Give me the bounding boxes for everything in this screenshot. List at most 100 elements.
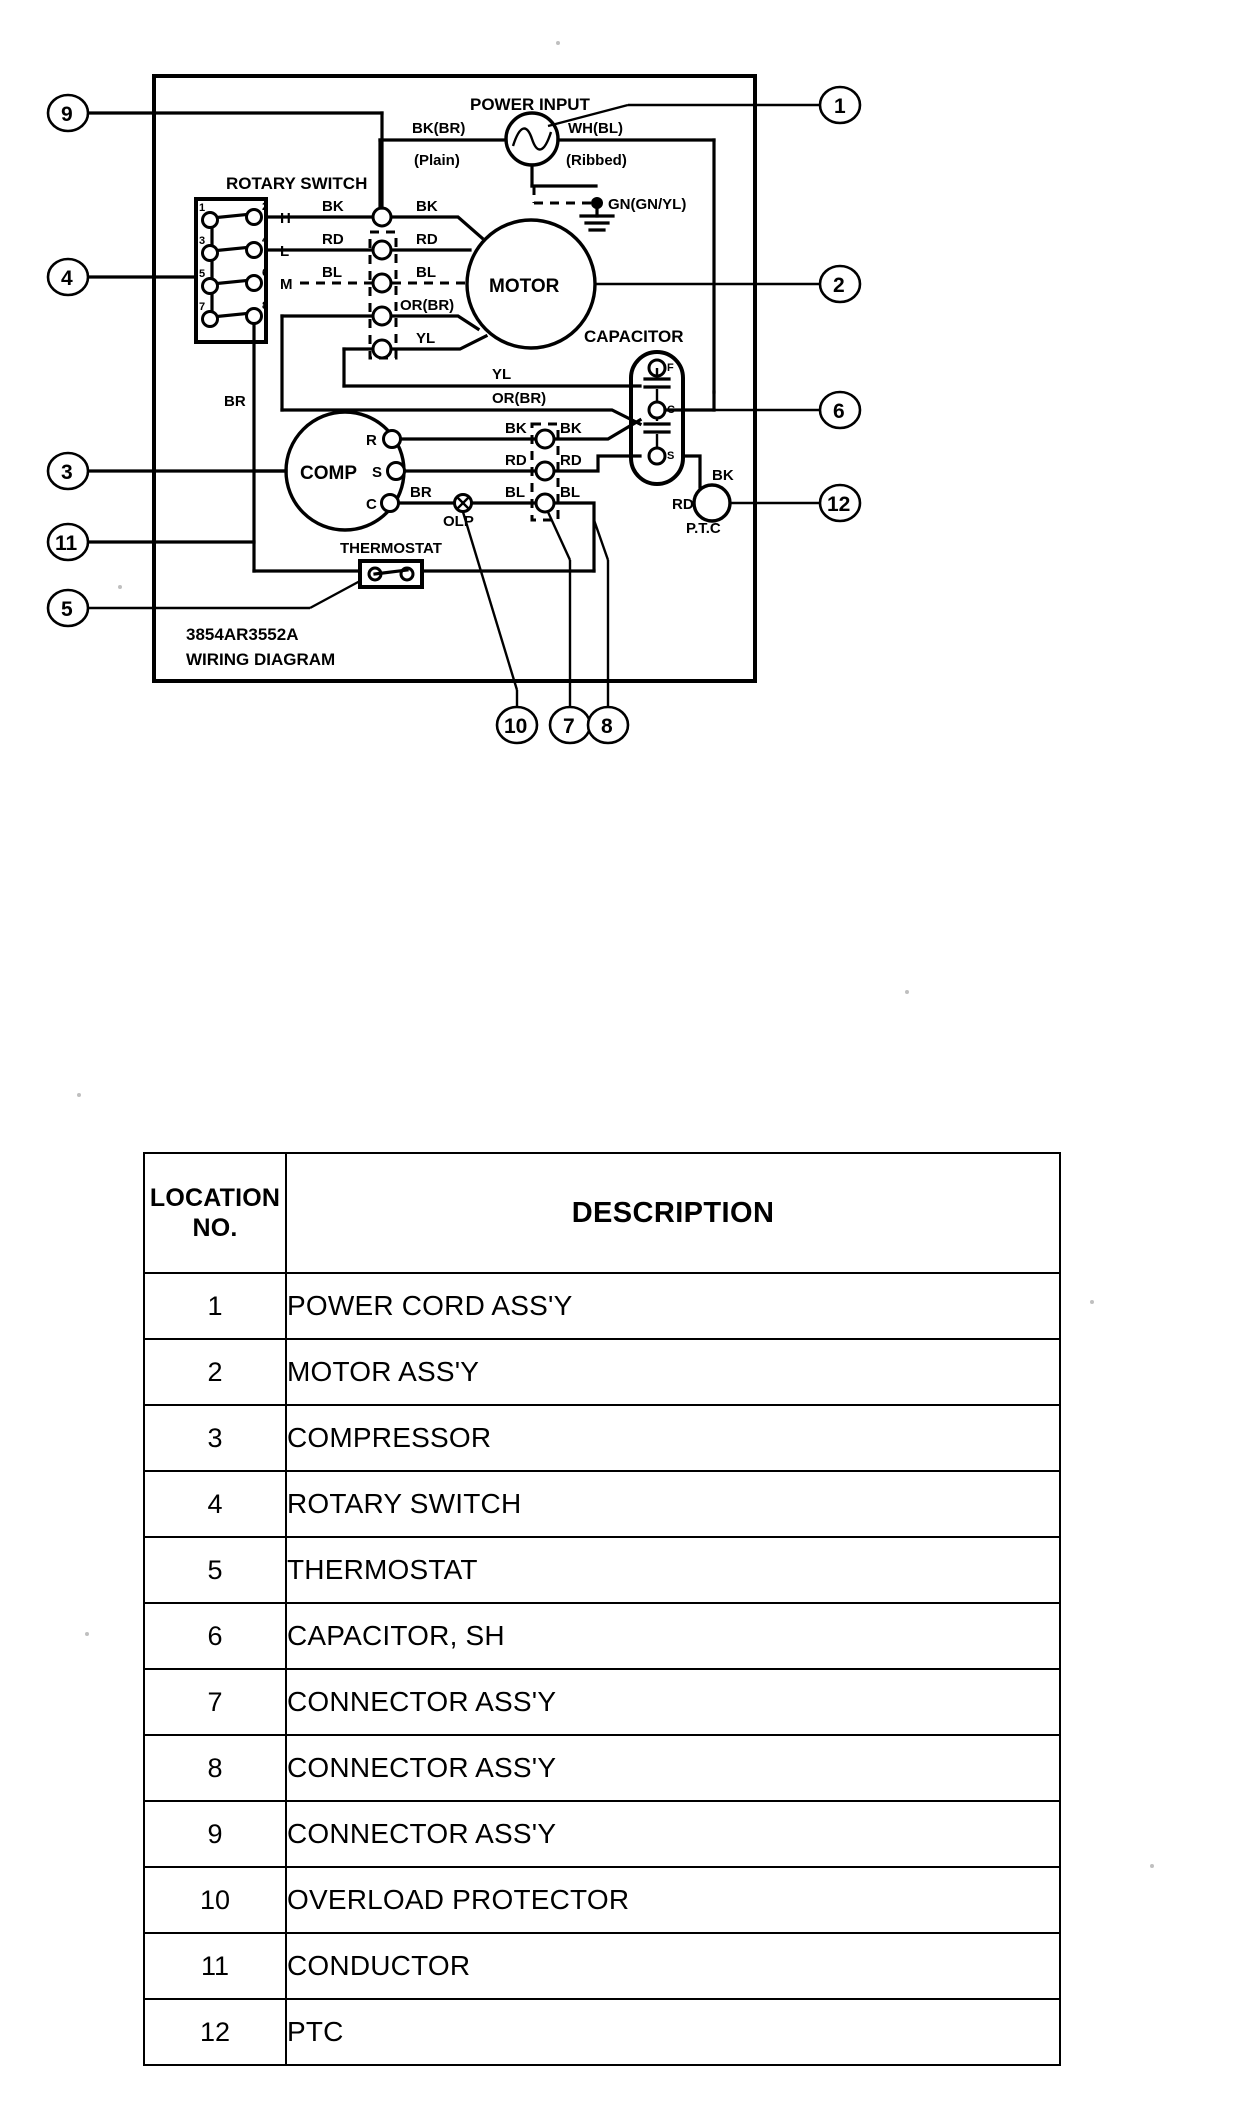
- legend-row-no: 7: [143, 1668, 287, 1736]
- rotary-pin-1: [201, 211, 219, 229]
- capacitor-terminal-f-label: F: [667, 362, 674, 374]
- neutral-color-label: WH(BL): [568, 120, 623, 137]
- legend-header-location-line2: NO.: [192, 1214, 238, 1242]
- legend-row-description: COMPRESSOR: [285, 1404, 1061, 1472]
- neutral-note-label: (Ribbed): [566, 152, 627, 169]
- legend-row-description: ROTARY SWITCH: [285, 1470, 1061, 1538]
- table-row: 3 COMPRESSOR: [143, 1404, 1061, 1472]
- balloon-5-leader-diag: [309, 579, 361, 610]
- motor-wire-yl-label: YL: [416, 330, 435, 347]
- table-row: 10 OVERLOAD PROTECTOR: [143, 1866, 1061, 1934]
- rotary-pin-2-label: 2: [262, 201, 268, 213]
- wiring-diagram-page: POWER INPUT BK(BR) (Plain) WH(BL) (Ribbe…: [0, 0, 1251, 2126]
- scan-speck: [85, 1632, 89, 1636]
- table-row: 2 MOTOR ASS'Y: [143, 1338, 1061, 1406]
- rotary-pin-4-label: 4: [262, 234, 269, 246]
- capacitor-terminal-s: [647, 446, 667, 466]
- legend-row-description: THERMOSTAT: [285, 1536, 1061, 1604]
- compressor-terminal-r-label: R: [366, 432, 377, 449]
- legend-row-no: 6: [143, 1602, 287, 1670]
- table-row: 8 CONNECTOR ASS'Y: [143, 1734, 1061, 1802]
- comp-bk-left-label: BK: [505, 420, 527, 437]
- comp-br-label: BR: [410, 484, 432, 501]
- diagram-title: WIRING DIAGRAM: [186, 650, 335, 669]
- comp-bl-right-label: BL: [560, 484, 580, 501]
- rotary-pin-4: [245, 241, 263, 259]
- legend-header-location: LOCATION NO.: [143, 1152, 287, 1274]
- compressor-terminal-c-label: C: [366, 496, 377, 513]
- motor-wire-bk-label: BK: [416, 198, 438, 215]
- location-legend: LOCATION NO. DESCRIPTION 1 POWER CORD AS…: [143, 1152, 1061, 2066]
- ground-color-label: GN(GN/YL): [608, 196, 686, 213]
- balloon-8-leader-diag: [592, 519, 610, 561]
- legend-header-row: LOCATION NO. DESCRIPTION: [143, 1152, 1061, 1274]
- balloon-2-label: 2: [833, 274, 845, 297]
- table-row: 7 CONNECTOR ASS'Y: [143, 1668, 1061, 1736]
- rotary-pin-3: [201, 244, 219, 262]
- balloon-5-label: 5: [61, 598, 73, 621]
- motor-label: MOTOR: [489, 276, 560, 297]
- ptc-label: P.T.C: [686, 520, 721, 537]
- table-row: 4 ROTARY SWITCH: [143, 1470, 1061, 1538]
- table-row: 9 CONNECTOR ASS'Y: [143, 1800, 1061, 1868]
- balloon-8-label: 8: [601, 715, 613, 738]
- balloon-3-label: 3: [61, 461, 73, 484]
- rotary-pin-7-label: 7: [199, 301, 205, 313]
- table-row: 5 THERMOSTAT: [143, 1536, 1061, 1604]
- connector-node-bl: [534, 492, 556, 514]
- rotary-pin-1-label: 1: [199, 202, 205, 214]
- motor-wire-rd-label: RD: [416, 231, 438, 248]
- power-input-label: POWER INPUT: [470, 95, 591, 114]
- legend-row-no: 9: [143, 1800, 287, 1868]
- legend-row-description: OVERLOAD PROTECTOR: [285, 1866, 1061, 1934]
- legend-row-no: 4: [143, 1470, 287, 1538]
- cap-wire-orbr-label: OR(BR): [492, 390, 546, 407]
- table-row: 1 POWER CORD ASS'Y: [143, 1272, 1061, 1340]
- legend-row-no: 11: [143, 1932, 287, 2000]
- comp-bl-left-label: BL: [505, 484, 525, 501]
- legend-row-no: 8: [143, 1734, 287, 1802]
- legend-row-description: PTC: [285, 1998, 1061, 2066]
- legend-row-no: 3: [143, 1404, 287, 1472]
- connector-9-node-yl: [371, 338, 393, 360]
- motor-lead-orbr: [390, 314, 481, 332]
- ptc-bk-wire: [681, 454, 702, 489]
- table-row: 11 CONDUCTOR: [143, 1932, 1061, 2000]
- rotary-pin-6: [245, 274, 263, 292]
- compressor-label: COMP: [300, 463, 357, 484]
- connector-node-rd: [534, 460, 556, 482]
- diagram-model-number: 3854AR3552A: [186, 625, 298, 644]
- motor-wire-bl-label: BL: [416, 264, 436, 281]
- balloon-11-label: 11: [55, 532, 78, 555]
- scan-speck: [1090, 1300, 1094, 1304]
- scan-speck: [1150, 1864, 1154, 1868]
- connector-9-node-bl: [371, 272, 393, 294]
- balloon-6-label: 6: [833, 400, 845, 423]
- rotary-pin-8-label: 8: [262, 300, 268, 312]
- legend-row-description: CONDUCTOR: [285, 1932, 1061, 2000]
- legend-row-no: 2: [143, 1338, 287, 1406]
- capacitor-terminal-s-label: S: [667, 450, 674, 462]
- live-color-label: BK(BR): [412, 120, 465, 137]
- wiring-schematic: POWER INPUT BK(BR) (Plain) WH(BL) (Ribbe…: [0, 0, 1251, 1040]
- capacitor-label: CAPACITOR: [584, 327, 684, 346]
- legend-row-description: CONNECTOR ASS'Y: [285, 1668, 1061, 1736]
- cap-wire-yl-label: YL: [492, 366, 511, 383]
- comp-bk-right-label: BK: [560, 420, 582, 437]
- connector-9-node-bk: [371, 206, 393, 228]
- compressor-terminal-s-label: S: [372, 464, 382, 481]
- capacitor-terminal-c: [647, 400, 667, 420]
- comp-rd-right-label: RD: [560, 452, 582, 469]
- rotary-pin-5-label: 5: [199, 268, 205, 280]
- compressor-terminal-s: [386, 461, 406, 481]
- table-row: 12 PTC: [143, 1998, 1061, 2066]
- legend-header-location-line1: LOCATION: [149, 1183, 281, 1212]
- balloon-7-label: 7: [563, 715, 575, 738]
- rotary-pin-2: [245, 208, 263, 226]
- balloon-9-label: 9: [61, 103, 73, 126]
- legend-row-description: MOTOR ASS'Y: [285, 1338, 1061, 1406]
- legend-row-no: 1: [143, 1272, 287, 1340]
- legend-row-no: 5: [143, 1536, 287, 1604]
- rotary-pin-8: [245, 307, 263, 325]
- olp-label: OLP: [443, 513, 474, 530]
